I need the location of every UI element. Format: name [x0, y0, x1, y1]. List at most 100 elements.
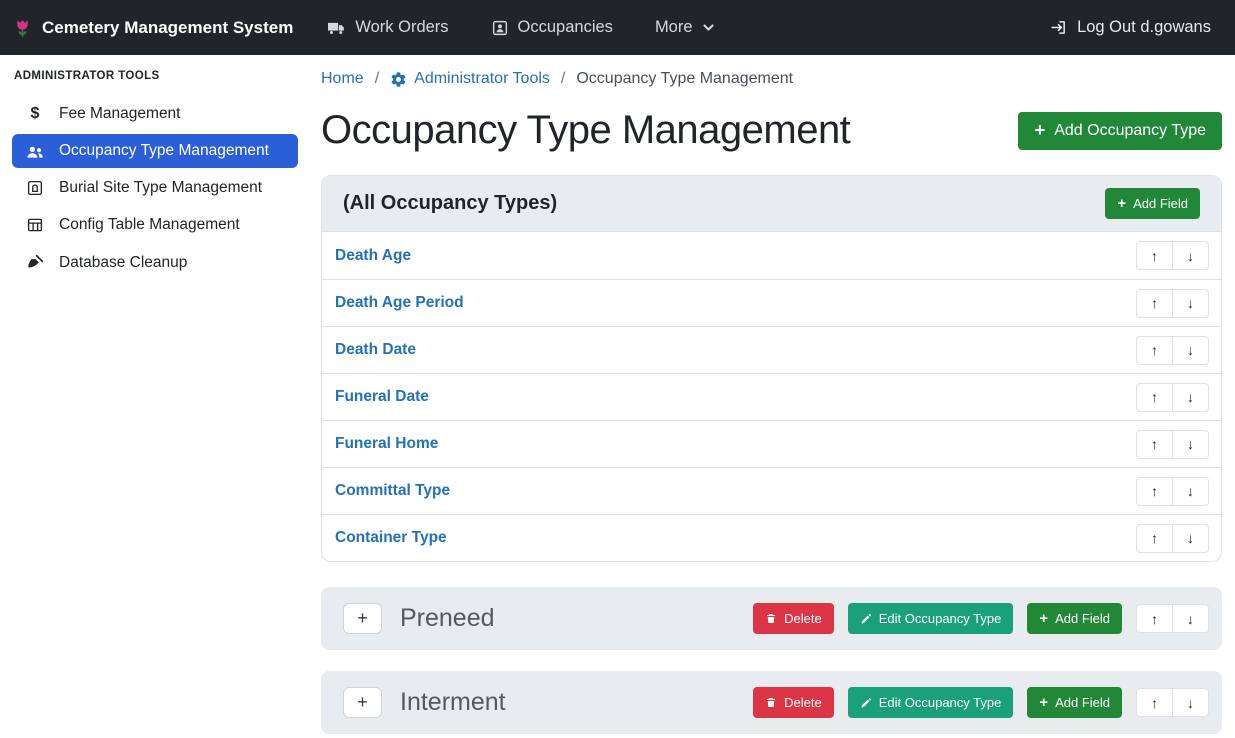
- arrow-down-icon: ↓: [1187, 295, 1194, 311]
- reorder-group: ↑ ↓: [1136, 383, 1209, 412]
- users-icon: [24, 143, 46, 160]
- nav-more-label: More: [655, 18, 693, 37]
- add-occupancy-type-button[interactable]: + Add Occupancy Type: [1018, 112, 1222, 150]
- field-row: Death Age ↑ ↓: [322, 232, 1221, 279]
- sidebar-item-fee-management[interactable]: $ Fee Management: [12, 97, 298, 131]
- breadcrumb-current: Occupancy Type Management: [576, 70, 793, 88]
- main-content: Home / Administrator Tools / Occupancy T…: [307, 55, 1235, 738]
- reorder-group: ↑ ↓: [1136, 289, 1209, 318]
- sidebar: Administrator Tools $ Fee Management Occ…: [0, 55, 307, 738]
- logout-label: Log Out d.gowans: [1077, 18, 1211, 37]
- dollar-icon: $: [24, 105, 46, 123]
- breadcrumb-admin-tools-link[interactable]: Administrator Tools: [390, 70, 550, 88]
- arrow-down-icon: ↓: [1187, 248, 1194, 264]
- move-down-button[interactable]: ↓: [1172, 336, 1209, 365]
- panel-title: Interment: [400, 688, 753, 717]
- all-occupancy-types-title: (All Occupancy Types): [343, 192, 557, 215]
- field-link[interactable]: Funeral Home: [335, 435, 438, 453]
- arrow-up-icon: ↑: [1151, 295, 1158, 311]
- delete-label: Delete: [784, 611, 822, 626]
- arrow-down-icon: ↓: [1187, 389, 1194, 405]
- add-field-button[interactable]: + Add Field: [1027, 603, 1122, 634]
- sidebar-item-occupancy-type-management[interactable]: Occupancy Type Management: [12, 134, 298, 168]
- reorder-group: ↑ ↓: [1136, 241, 1209, 270]
- field-row: Container Type ↑ ↓: [322, 514, 1221, 561]
- add-field-label: Add Field: [1133, 196, 1188, 211]
- logout-icon: [1049, 19, 1068, 36]
- delete-button[interactable]: Delete: [753, 603, 834, 634]
- field-row: Death Date ↑ ↓: [322, 326, 1221, 373]
- field-link[interactable]: Funeral Date: [335, 388, 429, 406]
- arrow-down-icon: ↓: [1187, 483, 1194, 499]
- delete-button[interactable]: Delete: [753, 687, 834, 718]
- edit-occupancy-type-button[interactable]: Edit Occupancy Type: [848, 687, 1014, 718]
- logout-button[interactable]: Log Out d.gowans: [1049, 18, 1211, 37]
- truck-icon: [327, 19, 346, 36]
- nav-item-occupancies[interactable]: Occupancies: [491, 18, 613, 37]
- add-occupancy-type-label: Add Occupancy Type: [1054, 122, 1206, 140]
- sidebar-item-burial-site-type-management[interactable]: Burial Site Type Management: [12, 171, 298, 205]
- move-up-button[interactable]: ↑: [1136, 524, 1173, 553]
- move-down-button[interactable]: ↓: [1172, 524, 1209, 553]
- move-up-button[interactable]: ↑: [1136, 289, 1173, 318]
- sidebar-item-label: Database Cleanup: [59, 254, 187, 272]
- plus-icon: +: [1039, 612, 1048, 625]
- nav-item-more[interactable]: More: [655, 18, 715, 37]
- arrow-up-icon: ↑: [1151, 483, 1158, 499]
- move-down-button[interactable]: ↓: [1172, 688, 1209, 717]
- broom-icon: [24, 253, 46, 272]
- sidebar-item-label: Burial Site Type Management: [59, 179, 262, 197]
- plus-icon: +: [1117, 197, 1126, 210]
- breadcrumb: Home / Administrator Tools / Occupancy T…: [321, 70, 1222, 88]
- expand-panel-button[interactable]: +: [343, 603, 382, 634]
- move-down-button[interactable]: ↓: [1172, 430, 1209, 459]
- move-up-button[interactable]: ↑: [1136, 688, 1173, 717]
- panel-actions: Delete Edit Occupancy Type + Add Field ↑…: [753, 603, 1209, 634]
- expand-panel-button[interactable]: +: [343, 687, 382, 718]
- move-down-button[interactable]: ↓: [1172, 383, 1209, 412]
- pencil-icon: [860, 697, 872, 709]
- field-link[interactable]: Committal Type: [335, 482, 450, 500]
- move-up-button[interactable]: ↑: [1136, 477, 1173, 506]
- sidebar-item-config-table-management[interactable]: Config Table Management: [12, 208, 298, 242]
- reorder-group: ↑ ↓: [1136, 430, 1209, 459]
- move-up-button[interactable]: ↑: [1136, 383, 1173, 412]
- add-field-button[interactable]: + Add Field: [1105, 188, 1200, 219]
- move-down-button[interactable]: ↓: [1172, 289, 1209, 318]
- move-down-button[interactable]: ↓: [1172, 477, 1209, 506]
- sidebar-item-database-cleanup[interactable]: Database Cleanup: [12, 245, 298, 280]
- arrow-up-icon: ↑: [1151, 695, 1158, 711]
- nav-item-work-orders[interactable]: Work Orders: [327, 18, 448, 37]
- pencil-icon: [860, 613, 872, 625]
- nav-occupancies-label: Occupancies: [518, 18, 613, 37]
- field-link[interactable]: Death Date: [335, 341, 416, 359]
- trash-icon: [765, 696, 777, 709]
- field-link[interactable]: Death Age Period: [335, 294, 464, 312]
- page-title: Occupancy Type Management: [321, 108, 850, 153]
- arrow-up-icon: ↑: [1151, 611, 1158, 627]
- nav-work-orders-label: Work Orders: [355, 18, 448, 37]
- field-link[interactable]: Container Type: [335, 529, 447, 547]
- move-down-button[interactable]: ↓: [1172, 241, 1209, 270]
- move-up-button[interactable]: ↑: [1136, 241, 1173, 270]
- page-layout: Administrator Tools $ Fee Management Occ…: [0, 55, 1235, 738]
- move-up-button[interactable]: ↑: [1136, 604, 1173, 633]
- arrow-down-icon: ↓: [1187, 436, 1194, 452]
- occupancies-icon: [491, 19, 509, 37]
- move-down-button[interactable]: ↓: [1172, 604, 1209, 633]
- field-link[interactable]: Death Age: [335, 247, 411, 265]
- sidebar-heading: Administrator Tools: [14, 70, 298, 82]
- arrow-down-icon: ↓: [1187, 342, 1194, 358]
- tulip-icon: [12, 16, 33, 40]
- add-field-button[interactable]: + Add Field: [1027, 687, 1122, 718]
- move-up-button[interactable]: ↑: [1136, 336, 1173, 365]
- plus-icon: +: [357, 692, 368, 713]
- arrow-up-icon: ↑: [1151, 436, 1158, 452]
- edit-occupancy-type-button[interactable]: Edit Occupancy Type: [848, 603, 1014, 634]
- edit-occupancy-type-label: Edit Occupancy Type: [879, 611, 1002, 626]
- reorder-group: ↑ ↓: [1136, 524, 1209, 553]
- edit-occupancy-type-label: Edit Occupancy Type: [879, 695, 1002, 710]
- breadcrumb-home-link[interactable]: Home: [321, 70, 364, 88]
- reorder-group: ↑ ↓: [1136, 336, 1209, 365]
- move-up-button[interactable]: ↑: [1136, 430, 1173, 459]
